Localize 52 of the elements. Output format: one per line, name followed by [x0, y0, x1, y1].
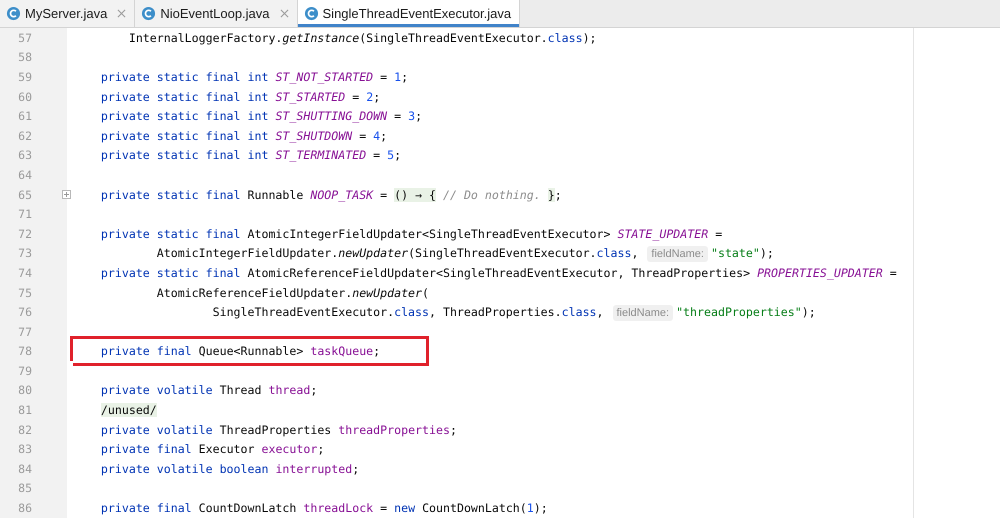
code-line: private volatile Thread thread;	[100, 382, 318, 400]
code-line: AtomicReferenceFieldUpdater.newUpdater(	[156, 284, 430, 302]
code-line: private static final int ST_SHUTTING_DOWN = 3;	[100, 108, 422, 126]
code-line: private volatile ThreadProperties threadProperties;	[100, 422, 457, 439]
line-number: 59	[17, 70, 32, 84]
line-number: 81	[17, 403, 32, 418]
line-number: 77	[17, 324, 32, 339]
line-number: 76	[17, 305, 32, 320]
code-line: InternalLoggerFactory.getInstance(SingleThreadEventExecutor.class);	[128, 30, 597, 47]
line-number: 65	[17, 188, 32, 202]
code-line: SingleThreadEventExecutor.class, ThreadProperties.class, fieldName: "threadProperties");	[212, 304, 816, 322]
editor-tab[interactable]: SingleThreadEventExecutor.java	[298, 0, 520, 27]
line-number: 72	[17, 226, 32, 241]
line-number: 57	[17, 30, 32, 45]
line-number: 80	[17, 383, 32, 398]
line-number: 84	[17, 462, 32, 476]
line-number: 79	[17, 364, 32, 378]
class-icon	[304, 6, 319, 21]
line-number: 71	[17, 207, 32, 222]
line-number: 86	[17, 501, 32, 516]
line-number: 64	[17, 168, 32, 182]
close-icon[interactable]	[117, 9, 126, 18]
editor-tab[interactable]: MyServer.java	[0, 0, 136, 27]
line-number: 78	[17, 344, 32, 358]
line-number: 85	[17, 481, 32, 496]
code-line: private final Queue<Runnable> taskQueue;	[73, 339, 426, 364]
line-number: 73	[17, 246, 32, 260]
code-line: private static final AtomicIntegerFieldUpdater<SingleThreadEventExecutor> STATE_UPDATER =	[100, 226, 722, 243]
class-icon	[141, 6, 156, 21]
code-line: private static final Runnable NOOP_TASK = () → { // Do nothing. };	[100, 186, 562, 204]
line-number: 82	[17, 422, 32, 437]
line-number: 58	[17, 50, 32, 64]
fold-icon[interactable]	[62, 190, 71, 200]
line-number: 75	[17, 286, 32, 300]
code-line: private static final int ST_SHUTDOWN = 4;	[100, 128, 388, 145]
code-line: private static final AtomicReferenceFieldUpdater<SingleThreadEventExecutor, ThreadProperties> PROPERTIES_UPDATER =	[100, 264, 897, 282]
line-number: 63	[17, 148, 32, 162]
line-number: 74	[17, 266, 32, 280]
line-number: 61	[17, 109, 32, 124]
code-line: private static final int ST_TERMINATED = 5;	[100, 147, 402, 164]
line-number: 83	[17, 442, 32, 456]
line-number: 60	[17, 90, 32, 104]
code-line: private final Executor executor;	[100, 441, 324, 458]
code-line: private volatile boolean interrupted;	[100, 460, 360, 478]
close-icon[interactable]	[280, 9, 289, 18]
code-line: private static final int ST_NOT_STARTED = 1;	[100, 68, 408, 86]
editor-tab[interactable]: NioEventLoop.java	[135, 0, 298, 27]
line-number: 62	[17, 128, 32, 143]
code-line: private final CountDownLatch threadLock = new CountDownLatch(1);	[100, 500, 548, 518]
code-line: private static final int ST_STARTED = 2;	[100, 88, 380, 106]
class-icon	[6, 6, 21, 21]
code-line: AtomicIntegerFieldUpdater.newUpdater(SingleThreadEventExecutor.class, fieldName: "state");	[156, 245, 774, 262]
